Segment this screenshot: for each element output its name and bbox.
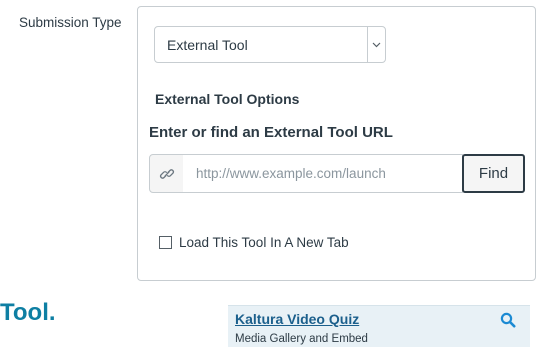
submission-type-selected-value: External Tool xyxy=(167,37,248,53)
find-button[interactable]: Find xyxy=(462,154,525,193)
load-in-new-tab-row: Load This Tool In A New Tab xyxy=(159,235,349,250)
external-tool-url-group: Find xyxy=(149,154,525,193)
external-tool-url-input[interactable] xyxy=(183,154,463,193)
kaltura-tool-title[interactable]: Kaltura Video Quiz xyxy=(235,311,359,327)
load-in-new-tab-checkbox[interactable] xyxy=(159,236,172,249)
search-icon[interactable] xyxy=(500,312,516,328)
load-in-new-tab-label[interactable]: Load This Tool In A New Tab xyxy=(179,235,349,250)
tool-heading-text: Tool. xyxy=(0,299,56,326)
kaltura-tool-card[interactable]: Kaltura Video Quiz Media Gallery and Emb… xyxy=(228,305,530,347)
chevron-down-icon xyxy=(367,27,385,62)
tool-heading-fragment: Tool. xyxy=(0,297,110,347)
external-tool-panel: External Tool External Tool Options Ente… xyxy=(137,6,536,281)
kaltura-tool-description: Media Gallery and Embed xyxy=(235,333,368,345)
submission-type-label: Submission Type xyxy=(19,15,122,30)
external-tool-url-heading: Enter or find an External Tool URL xyxy=(149,124,393,141)
link-icon xyxy=(149,154,184,193)
submission-type-select[interactable]: External Tool xyxy=(154,26,386,63)
external-tool-options-heading: External Tool Options xyxy=(155,91,300,107)
